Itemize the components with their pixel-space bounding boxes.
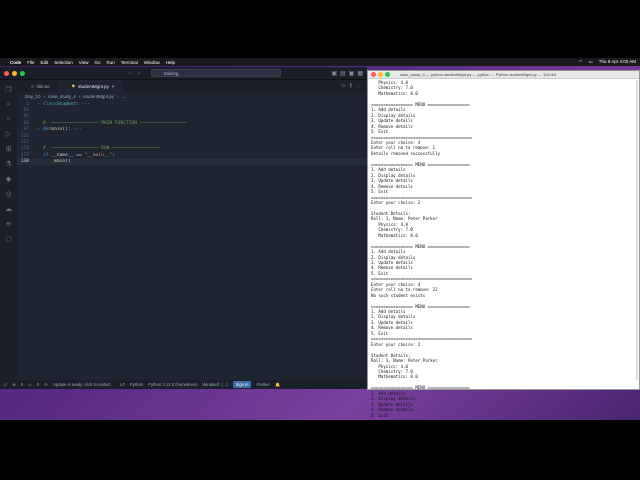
chat-icon[interactable]: ☁: [5, 205, 12, 213]
error-count[interactable]: 0: [21, 382, 23, 387]
minimize-window-button[interactable]: [378, 72, 383, 77]
interpreter-indicator[interactable]: Python 3.12.8 (homebrew): [148, 382, 197, 387]
menu-run[interactable]: Run: [107, 60, 115, 65]
menu-edit[interactable]: Edit: [41, 60, 49, 65]
source-control-icon[interactable]: ⑂: [6, 116, 10, 123]
menubar-app-name[interactable]: Code: [10, 60, 21, 65]
sign-in-button[interactable]: Sign in: [232, 381, 252, 388]
menu-help[interactable]: Help: [166, 60, 175, 65]
clock[interactable]: Thu 9 Apr 4:00 AM: [599, 59, 636, 65]
terminal-title: case_study_4 — python studentMgnt.py — p…: [400, 72, 557, 77]
menu-selection[interactable]: Selection: [54, 60, 73, 65]
battery-icon[interactable]: ▭: [588, 59, 592, 65]
warning-count[interactable]: 0: [37, 382, 39, 387]
update-message[interactable]: Update is ready, click to restart.: [53, 382, 111, 387]
chevron-right-icon: ›: [117, 94, 119, 99]
menu-terminal[interactable]: Terminal: [121, 60, 138, 65]
nav-arrows-icon[interactable]: ← →: [128, 70, 142, 76]
terminal-output[interactable]: Physics: 4.0 Chemistry: 7.0 Mathematics:…: [368, 79, 639, 420]
comments-icon[interactable]: ▢: [5, 235, 12, 243]
close-window-button[interactable]: [371, 72, 376, 77]
more-actions-icon[interactable]: …: [356, 83, 361, 89]
tab-bar: ≡ title.txt ◆ studentMgnt.py × ▷ ⫼ …: [17, 80, 367, 92]
run-file-icon[interactable]: ▷: [342, 83, 346, 89]
warnings-icon[interactable]: ⚠: [28, 382, 32, 387]
editor-area: ≡ title.txt ◆ studentMgnt.py × ▷ ⫼ … Day…: [17, 80, 367, 380]
line-number: 85: [23, 114, 29, 120]
eol-indicator[interactable]: LF: [120, 382, 125, 387]
minimize-window-button[interactable]: [12, 70, 17, 76]
errors-icon[interactable]: ⊗: [12, 382, 16, 387]
search-icon[interactable]: ⌕: [7, 101, 11, 109]
text-file-icon: ≡: [31, 83, 34, 89]
extensions-icon[interactable]: ⊞: [6, 145, 12, 153]
menu-file[interactable]: File: [27, 60, 34, 65]
toggle-sidebar-icon[interactable]: ▣: [331, 70, 337, 77]
terminal-window: case_study_4 — python studentMgnt.py — p…: [367, 70, 640, 420]
split-editor-icon[interactable]: ⫼: [350, 83, 352, 89]
breadcrumb-item[interactable]: Day_10: [25, 94, 41, 99]
activity-bar: ❐ ⌕ ⑂ ▷ ⊞ ⚗ ◆ ◎ ☁ ≋ ▢: [0, 80, 17, 380]
command-center-search[interactable]: training: [150, 69, 281, 77]
testing-icon[interactable]: ⚗: [5, 160, 11, 168]
update-icon[interactable]: ⟳: [44, 382, 48, 387]
windsurf-indicator[interactable]: Windsurf: (...): [202, 382, 227, 387]
menu-go[interactable]: Go: [94, 60, 100, 65]
tab-label: title.txt: [36, 83, 50, 89]
explorer-icon[interactable]: ❐: [5, 86, 11, 94]
line-number: 87: [23, 127, 29, 133]
notifications-icon[interactable]: 🔔: [275, 382, 280, 388]
chevron-right-icon: ›: [78, 94, 81, 99]
waves-icon[interactable]: ≋: [6, 220, 12, 228]
vscode-window: ← → training ▣ ▤ ▣ ▦ ❐ ⌕ ⑂ ▷ ⊞ ⚗ ◆ ◎ ☁ ≋…: [0, 67, 367, 389]
vscode-titlebar: ← → training ▣ ▤ ▣ ▦: [0, 67, 367, 80]
run-debug-icon[interactable]: ▷: [6, 130, 11, 138]
line-number: 128: [20, 146, 29, 152]
close-window-button[interactable]: [4, 70, 9, 76]
line-number: 129: [20, 152, 29, 158]
status-bar: ⤢ ⊗ 0 ⚠ 0 ⟳ Update is ready, click to re…: [0, 380, 367, 389]
maximize-window-button[interactable]: [20, 70, 25, 76]
code-line-current[interactable]: 130 main(): [17, 158, 367, 165]
menu-view[interactable]: View: [79, 60, 89, 65]
tab-title-txt[interactable]: ≡ title.txt: [17, 80, 58, 92]
line-number: 1: [26, 101, 29, 107]
breadcrumb-item[interactable]: studentMgnt.py: [83, 94, 114, 99]
line-number: 86: [23, 120, 29, 126]
maximize-window-button[interactable]: [385, 72, 390, 77]
desktop: Code File Edit Selection View Go Run Ter…: [0, 58, 640, 420]
toggle-panel-icon[interactable]: ▤: [340, 70, 346, 77]
code-editor[interactable]: 1 › class Student: ··· 84 85 86 # ───────…: [17, 101, 367, 165]
remote-icon[interactable]: ◎: [5, 190, 11, 198]
line-number: 84: [23, 108, 29, 114]
wifi-icon[interactable]: ◠: [579, 59, 583, 65]
line-number: 130: [20, 159, 29, 165]
breadcrumb-item[interactable]: case_study_4: [48, 94, 76, 99]
close-tab-icon[interactable]: ×: [112, 84, 115, 89]
menu-window[interactable]: Window: [144, 60, 160, 65]
python-icon[interactable]: ◆: [6, 175, 11, 183]
breadcrumb-item[interactable]: ...: [122, 94, 126, 99]
chevron-right-icon: ›: [43, 94, 46, 99]
menubar: Code File Edit Selection View Go Run Ter…: [0, 58, 640, 66]
line-number: 126: [20, 133, 29, 139]
tab-studentmgnt-py[interactable]: ◆ studentMgnt.py ×: [57, 80, 123, 92]
toggle-secondary-sidebar-icon[interactable]: ▣: [349, 70, 355, 77]
breadcrumb: Day_10 › case_study_4 › studentMgnt.py ›…: [17, 92, 367, 101]
remote-indicator-icon[interactable]: ⤢: [4, 382, 7, 387]
line-number: 127: [20, 140, 29, 146]
python-file-icon: ◆: [71, 83, 76, 88]
tab-label: studentMgnt.py: [78, 83, 109, 89]
layout-icon[interactable]: ▦: [357, 70, 363, 77]
language-mode[interactable]: Python: [130, 382, 143, 387]
terminal-titlebar: case_study_4 — python studentMgnt.py — p…: [368, 71, 639, 79]
prettier-indicator[interactable]: Prettier: [256, 382, 270, 387]
terminal-scrollbar[interactable]: [636, 80, 638, 380]
